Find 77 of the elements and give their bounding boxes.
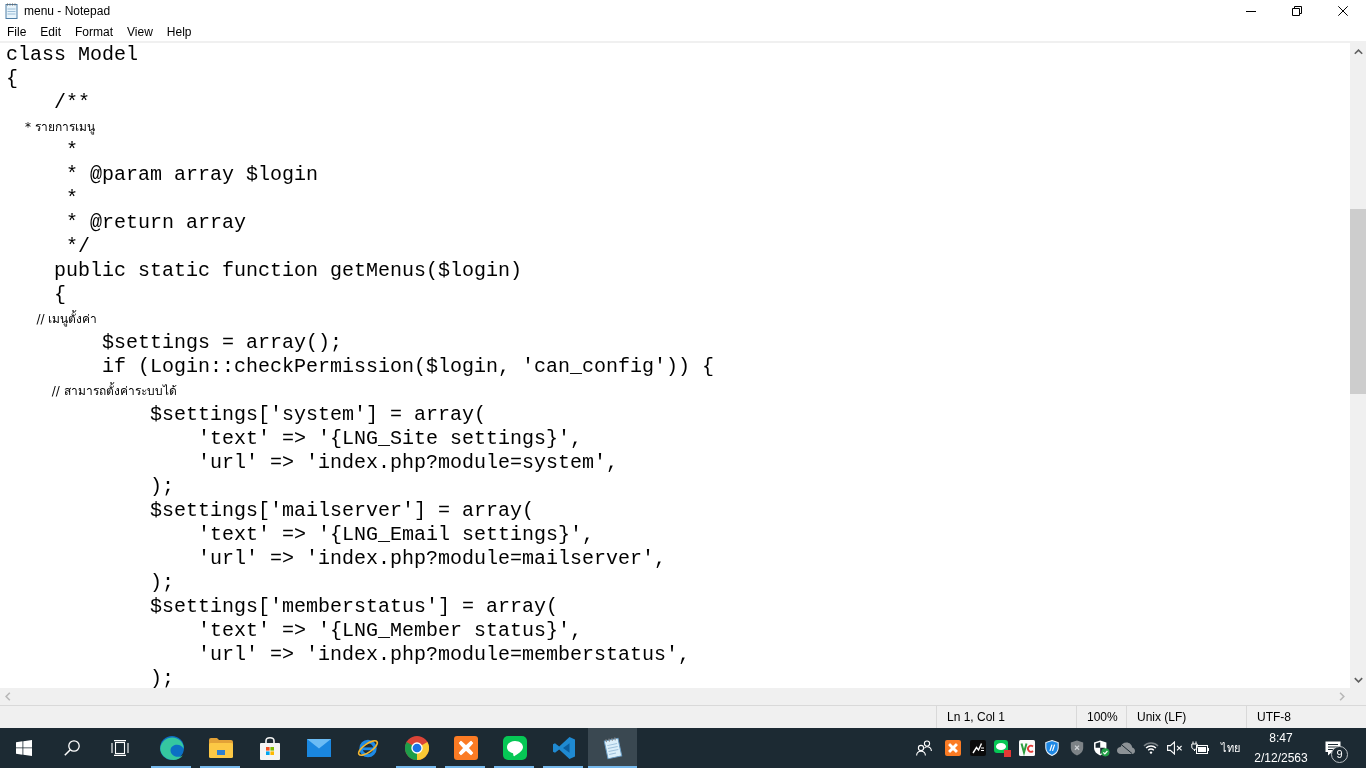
- menu-item[interactable]: Edit: [33, 22, 69, 41]
- shopping-bag-icon: [259, 736, 280, 760]
- minimize-icon: [1246, 10, 1256, 12]
- code-line: 'text' => '{LNG_Site settings}',: [198, 427, 583, 450]
- chat-badge-icon[interactable]: [994, 739, 1011, 757]
- code-line: // สามารถตั้งค่าระบบได้: [51, 384, 177, 398]
- code-line: 'text' => '{LNG_Email settings}',: [198, 523, 595, 546]
- chevron-down-icon: [1353, 676, 1363, 683]
- code-line: // เมนูตั้งค่า: [36, 312, 98, 326]
- code-line: );: [150, 475, 175, 498]
- notification-button[interactable]: 9: [1320, 728, 1366, 768]
- code-line: 'url' => 'index.php?module=system',: [198, 451, 619, 474]
- volume-muted-icon[interactable]: [1167, 741, 1184, 755]
- code-line: 'url' => 'index.php?module=memberstatus',: [198, 643, 691, 666]
- menu-item[interactable]: View: [120, 22, 160, 41]
- code-line: $settings['system'] = array(: [150, 403, 487, 426]
- chat-bubble-icon: [502, 736, 527, 760]
- status-text: UTF-8: [1257, 710, 1291, 724]
- language-indicator[interactable]: ไทย: [1215, 739, 1245, 757]
- code-line: $settings = array();: [102, 331, 343, 354]
- windows-logo-icon: [16, 740, 32, 756]
- vertical-scrollbar[interactable]: [1350, 43, 1366, 688]
- clock-time[interactable]: 8:47: [1269, 728, 1293, 748]
- status-text: Unix (LF): [1137, 710, 1187, 724]
- knot-logo-icon: [453, 736, 478, 760]
- folder-icon: [208, 738, 233, 758]
- menu-item[interactable]: Help: [159, 22, 199, 41]
- swirl-logo-icon: [159, 736, 184, 760]
- notification-badge: 9: [1331, 746, 1348, 763]
- chevron-right-icon: [1339, 692, 1345, 701]
- code-line: /**: [54, 91, 91, 114]
- code-line: * @param array $login: [66, 163, 319, 186]
- battery-icon[interactable]: [1191, 741, 1209, 755]
- restore-icon: [1292, 6, 1302, 16]
- chevron-left-icon: [5, 692, 11, 701]
- knot-logo-icon[interactable]: [945, 740, 962, 756]
- code-line: * รายการเมนู: [25, 120, 95, 134]
- code-line: );: [150, 667, 175, 688]
- code-line: 'text' => '{LNG_Member status}',: [198, 619, 583, 642]
- code-line: 'url' => 'index.php?module=mailserver',: [198, 547, 667, 570]
- code-line: */: [66, 235, 91, 258]
- code-line: *: [66, 139, 79, 162]
- shield-x-icon[interactable]: [1069, 740, 1084, 756]
- menu-item[interactable]: File: [0, 22, 34, 41]
- wifi-icon[interactable]: [1142, 742, 1159, 754]
- task-view-icon: [111, 740, 129, 756]
- ring-logo-icon: [404, 736, 429, 760]
- taskbar-button[interactable]: [588, 728, 637, 768]
- ribbon-logo-icon: [552, 737, 575, 759]
- status-text: 100%: [1087, 710, 1118, 724]
- envelope-icon: [306, 739, 331, 757]
- close-icon: [1338, 6, 1348, 16]
- search-icon: [64, 740, 80, 756]
- shield-icon[interactable]: [1044, 740, 1059, 756]
- code-line: {: [54, 283, 67, 306]
- code-line: if (Login::checkPermission($login, 'can_config')) {: [102, 355, 715, 378]
- scrollbar-thumb[interactable]: [1350, 209, 1366, 394]
- app-logo-icon[interactable]: [1019, 740, 1036, 756]
- code-line: $settings['memberstatus'] = array(: [150, 595, 559, 618]
- clock-date[interactable]: 2/12/2563: [1254, 748, 1308, 768]
- figure-app-icon[interactable]: [969, 740, 986, 756]
- code-line: public static function getMenus($login): [54, 259, 523, 282]
- shield-check-icon[interactable]: [1092, 739, 1110, 757]
- window-title: menu - Notepad: [24, 4, 111, 18]
- code-line: *: [66, 187, 79, 210]
- status-text: Ln 1, Col 1: [947, 710, 1006, 724]
- people-icon[interactable]: [916, 740, 933, 756]
- code-line: class Model: [6, 43, 139, 66]
- chevron-up-icon: [1353, 48, 1363, 55]
- cloud-icon[interactable]: [1116, 742, 1135, 754]
- notepad-icon: [5, 3, 18, 19]
- menu-item[interactable]: Format: [68, 22, 121, 41]
- code-line: * @return array: [66, 211, 247, 234]
- horizontal-scrollbar[interactable]: [0, 688, 1350, 705]
- code-line: {: [6, 67, 18, 90]
- code-line: $settings['mailserver'] = array(: [150, 499, 535, 522]
- code-line: );: [150, 571, 175, 594]
